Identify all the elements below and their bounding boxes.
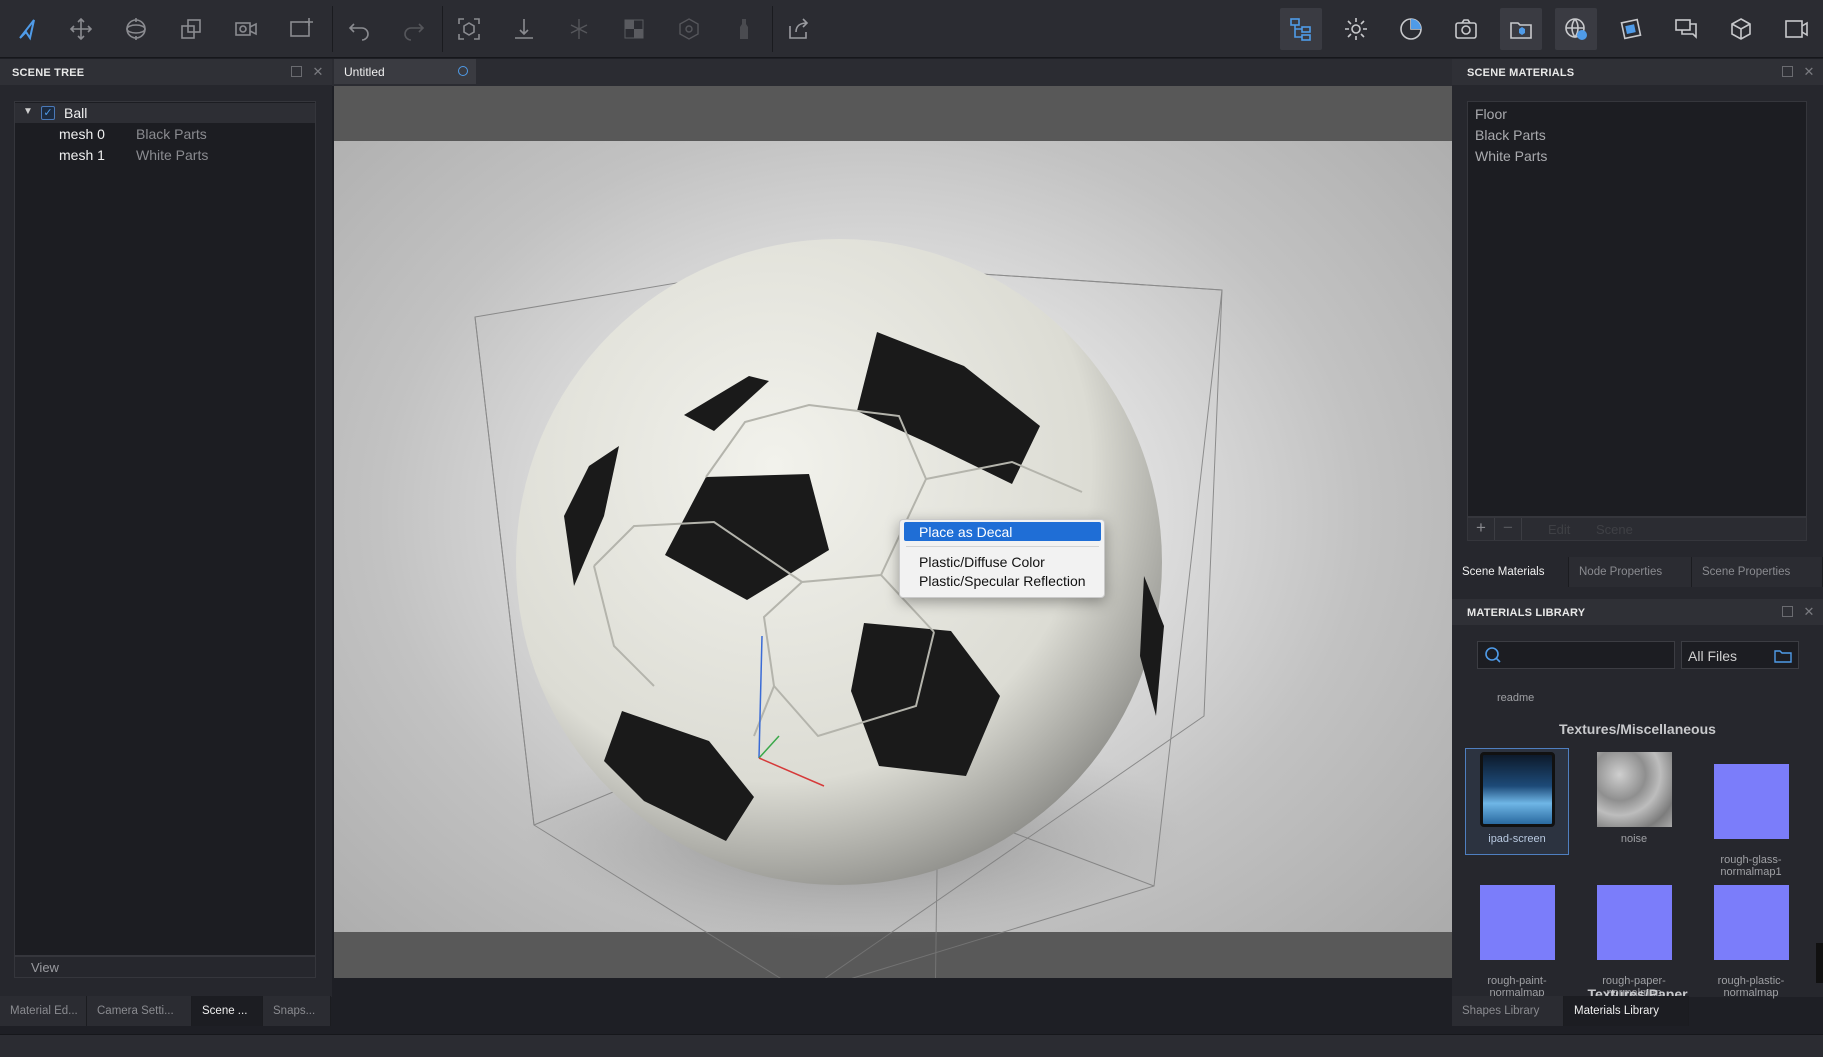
tab-material-editor[interactable]: Material Ed... [0, 996, 87, 1026]
material-checker-icon[interactable] [613, 8, 655, 50]
tab-scene-properties[interactable]: Scene Properties [1692, 557, 1823, 587]
tab-node-properties[interactable]: Node Properties [1569, 557, 1692, 587]
maximize-icon[interactable] [1782, 66, 1793, 77]
expand-triangle-icon[interactable]: ▼ [23, 106, 33, 117]
context-menu: Place as Decal Plastic/Diffuse Color Pla… [899, 519, 1105, 598]
material-item-black-parts[interactable]: Black Parts [1475, 127, 1546, 143]
material-item-floor[interactable]: Floor [1475, 106, 1507, 122]
scene-tree-list: ▼ ✓ Ball mesh 0 Black Parts mesh 1 White… [14, 101, 316, 956]
scene-tree-title: SCENE TREE [0, 59, 332, 85]
scene-tree-toggle-icon[interactable] [1280, 8, 1322, 50]
tab-snapshots[interactable]: Snaps... [263, 996, 331, 1026]
visibility-checkbox[interactable]: ✓ [41, 106, 55, 120]
video-panel-icon[interactable] [1775, 8, 1817, 50]
scene-button[interactable]: Scene [1596, 522, 1633, 537]
thumbnail-label: ipad-screen [1488, 833, 1546, 845]
tab-shapes-library[interactable]: Shapes Library [1452, 996, 1564, 1026]
bottle-icon[interactable] [723, 8, 765, 50]
unsaved-indicator-icon [458, 66, 468, 76]
close-icon[interactable]: ✕ [312, 65, 324, 78]
materials-library-toggle-icon[interactable] [1500, 8, 1542, 50]
add-material-button[interactable]: + [1468, 518, 1495, 540]
shapes-cube-icon[interactable] [1720, 8, 1762, 50]
share-icon[interactable] [778, 8, 820, 50]
document-title: Untitled [344, 65, 385, 79]
file-filter-value: All Files [1688, 648, 1738, 664]
menu-item-plastic-diffuse-color[interactable]: Plastic/Diffuse Color [904, 552, 1101, 571]
comments-icon[interactable] [1665, 8, 1707, 50]
tree-node-label: Ball [64, 105, 88, 121]
rough-paint-image [1479, 885, 1555, 960]
menu-item-place-as-decal[interactable]: Place as Decal [904, 522, 1101, 541]
main-toolbar [0, 0, 1823, 58]
materials-list-footer: + − Edit Scene [1467, 517, 1807, 541]
3d-viewport[interactable] [334, 86, 1452, 978]
mesh-material: Black Parts [136, 126, 207, 142]
right-bottom-tabs: Shapes Library Materials Library [1452, 996, 1689, 1026]
scale-tool-icon[interactable] [170, 8, 212, 50]
add-screen-icon[interactable] [280, 8, 322, 50]
thumbnail-label: noise [1620, 833, 1648, 845]
menu-item-plastic-specular-reflection[interactable]: Plastic/Specular Reflection [904, 571, 1101, 590]
texture-library-icon[interactable] [1610, 8, 1652, 50]
library-next-section-title: Textures/Paper [1587, 986, 1688, 996]
maximize-icon[interactable] [1782, 606, 1793, 617]
rotate-tool-icon[interactable] [115, 8, 157, 50]
group-icon[interactable] [668, 8, 710, 50]
scene-materials-toggle-icon[interactable] [1555, 8, 1597, 50]
maximize-icon[interactable] [291, 66, 302, 77]
material-item-white-parts[interactable]: White Parts [1475, 148, 1547, 164]
close-icon[interactable]: ✕ [1803, 65, 1815, 78]
move-tool-icon[interactable] [60, 8, 102, 50]
thumbnail-rough-glass-normalmap1[interactable]: rough-glass- normalmap1 [1700, 752, 1802, 890]
tree-node-ball[interactable]: ▼ ✓ Ball [15, 103, 315, 123]
tab-materials-library[interactable]: Materials Library [1564, 996, 1689, 1026]
scene-materials-list: Floor Black Parts White Parts [1467, 101, 1807, 517]
materials-library-title: MATERIALS LIBRARY [1452, 599, 1823, 625]
noise-image [1596, 752, 1672, 827]
status-bar [0, 1034, 1823, 1057]
library-scrollbar[interactable] [1816, 943, 1823, 983]
right-top-tabs: Scene Materials Node Properties Scene Pr… [1452, 557, 1823, 587]
settings-gear-icon[interactable] [1335, 8, 1377, 50]
mesh-name: mesh 0 [59, 126, 105, 142]
tab-scene-materials[interactable]: Scene Materials [1452, 557, 1569, 587]
tab-camera-settings[interactable]: Camera Setti... [87, 996, 192, 1026]
library-section-title: Textures/Miscellaneous [1559, 721, 1716, 737]
scene-render [474, 239, 1223, 978]
library-search-input[interactable] [1477, 641, 1675, 669]
search-icon [1485, 647, 1501, 663]
rough-plastic-image [1713, 885, 1789, 960]
mesh-material: White Parts [136, 147, 209, 163]
tree-row-mesh-0[interactable]: mesh 0 Black Parts [15, 124, 315, 144]
file-filter-dropdown[interactable]: All Files [1681, 641, 1799, 669]
tab-scene-tree[interactable]: Scene ... [192, 996, 263, 1026]
frame-selection-icon[interactable] [448, 8, 490, 50]
redo-icon[interactable] [393, 8, 435, 50]
environment-icon[interactable] [1390, 8, 1432, 50]
undo-icon[interactable] [338, 8, 380, 50]
remove-material-button[interactable]: − [1495, 518, 1522, 540]
tree-row-mesh-1[interactable]: mesh 1 White Parts [15, 145, 315, 165]
rough-paper-image [1596, 885, 1672, 960]
left-panel-tabs: Material Ed... Camera Setti... Scene ...… [0, 996, 331, 1026]
snapshot-camera-icon[interactable] [1445, 8, 1487, 50]
close-icon[interactable]: ✕ [1803, 605, 1815, 618]
camera-tool-icon[interactable] [225, 8, 267, 50]
readme-item[interactable]: readme [1497, 692, 1534, 704]
pivot-icon[interactable] [558, 8, 600, 50]
rough-glass-image [1713, 764, 1789, 839]
thumbnail-ipad-screen[interactable]: ipad-screen [1466, 752, 1568, 845]
thumbnail-noise[interactable]: noise [1583, 752, 1685, 845]
scene-materials-title: SCENE MATERIALS [1452, 59, 1823, 85]
view-button[interactable]: View [14, 956, 316, 978]
folder-icon[interactable] [1774, 649, 1792, 663]
mesh-name: mesh 1 [59, 147, 105, 163]
edit-material-button[interactable]: Edit [1548, 522, 1570, 537]
document-tab[interactable]: Untitled [334, 59, 476, 84]
select-tool-icon[interactable] [6, 8, 48, 50]
drop-to-floor-icon[interactable] [503, 8, 545, 50]
ipad-screen-image [1479, 752, 1555, 827]
